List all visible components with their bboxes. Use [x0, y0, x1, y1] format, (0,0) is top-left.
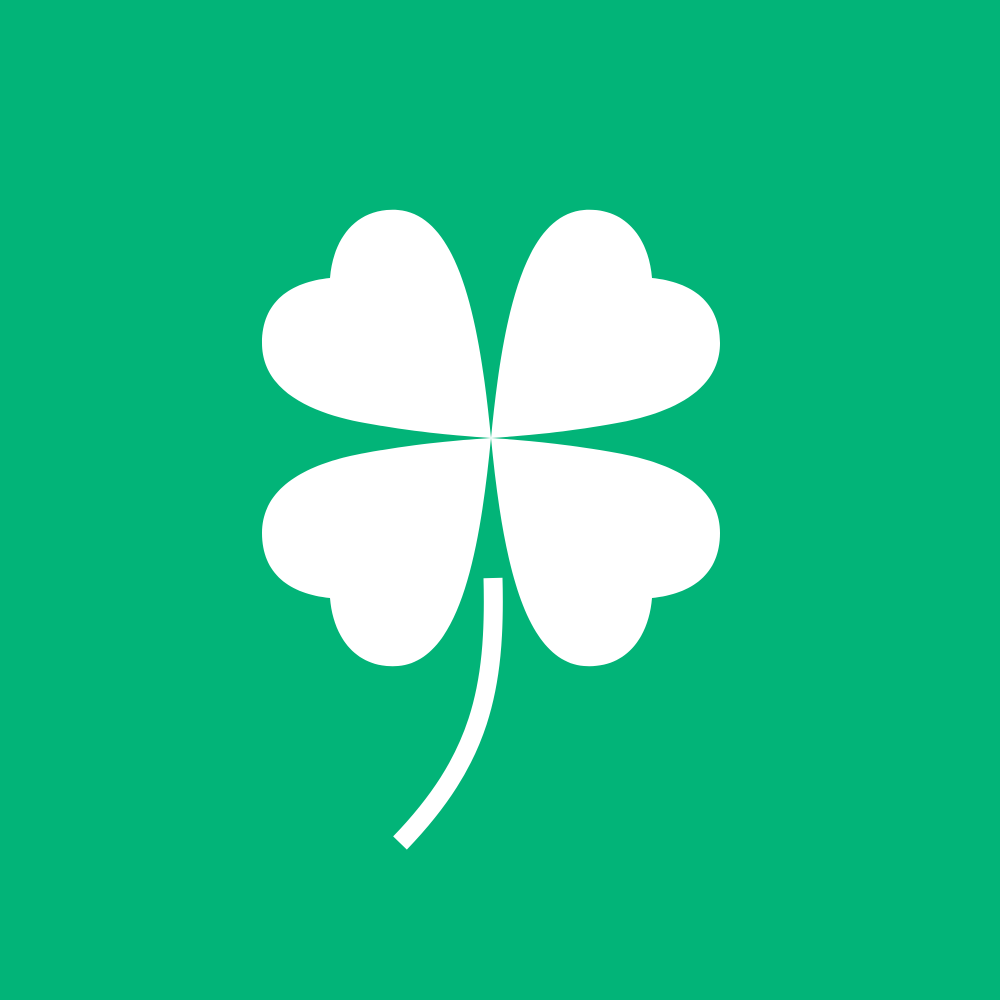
- icon-background: [0, 0, 1000, 1000]
- leaf-bottom-right: [491, 438, 720, 667]
- leaf-bottom-left: [262, 438, 491, 667]
- leaf-top-right: [491, 209, 720, 438]
- leaf-top-left: [262, 209, 491, 438]
- four-leaf-clover-icon: [262, 209, 720, 850]
